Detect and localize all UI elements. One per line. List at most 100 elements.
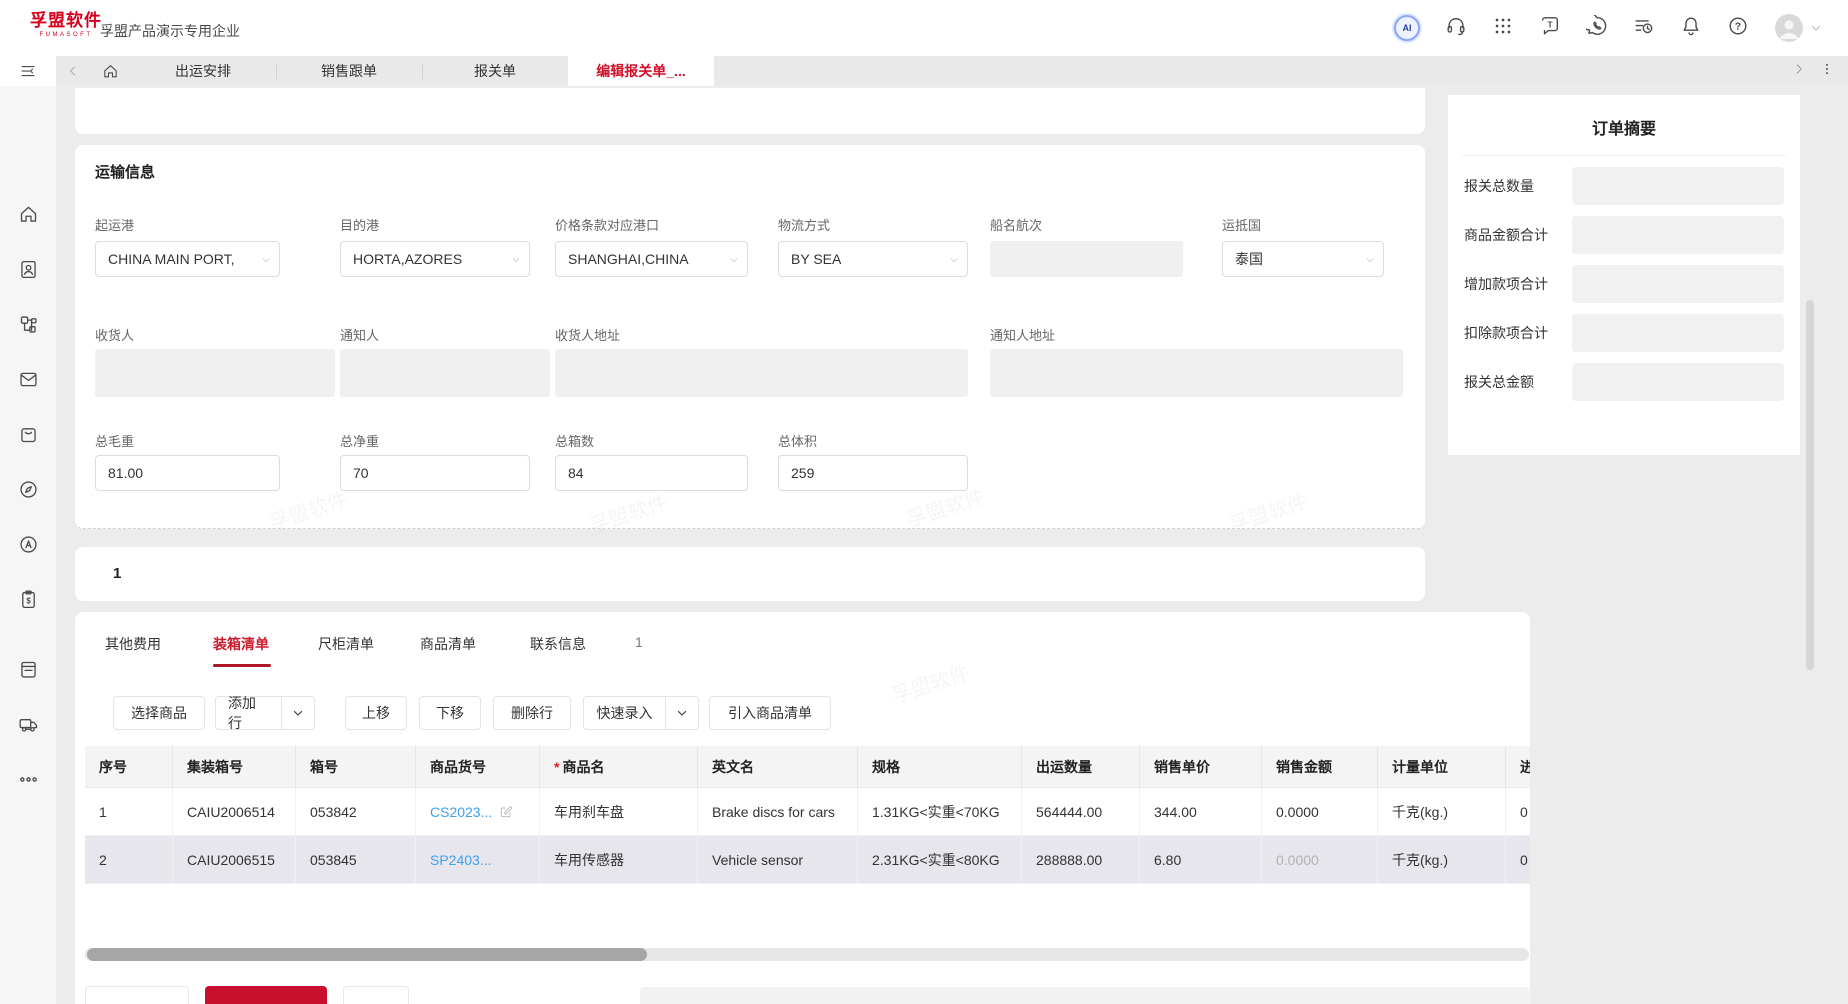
- col-header-english-name[interactable]: 英文名: [698, 746, 858, 788]
- tab-other-fees[interactable]: 其他费用: [105, 634, 161, 654]
- footer-save-button[interactable]: [205, 986, 327, 1004]
- history-list-button[interactable]: [1633, 15, 1655, 42]
- table-row-1[interactable]: 1 CAIU2006514 053842 CS2023... 车用刹车盘 Bra…: [85, 788, 1530, 836]
- sidebar-item-home[interactable]: [17, 203, 39, 225]
- tab-scroll-left-button[interactable]: [56, 64, 90, 78]
- vertical-scrollbar-thumb[interactable]: [1806, 300, 1814, 670]
- cell-ship-qty[interactable]: 288888.00: [1022, 836, 1140, 884]
- destination-port-select[interactable]: HORTA,AZORES: [340, 241, 530, 277]
- col-header-unit-price[interactable]: 销售单价: [1140, 746, 1262, 788]
- sidebar-item-orders[interactable]: [17, 423, 39, 445]
- sidebar-item-logistics[interactable]: [17, 713, 39, 735]
- move-up-button[interactable]: 上移: [345, 696, 407, 730]
- col-header-seq[interactable]: 序号: [85, 746, 173, 788]
- cell-box-no[interactable]: 053842: [296, 788, 416, 836]
- tab-contact-info[interactable]: 联系信息: [530, 634, 586, 654]
- sidebar-item-discover[interactable]: [17, 478, 39, 500]
- cell-english-name[interactable]: Vehicle sensor: [698, 836, 858, 884]
- footer-ghost-button-2[interactable]: [343, 986, 409, 1004]
- quick-entry-button[interactable]: 快速录入: [583, 696, 699, 730]
- tab-customs-declaration[interactable]: 报关单: [422, 56, 568, 86]
- tab-scroll-right-button[interactable]: [1792, 62, 1806, 81]
- total-packages-input[interactable]: 84: [555, 455, 748, 491]
- price-term-port-select[interactable]: SHANGHAI,CHINA: [555, 241, 748, 277]
- add-row-dropdown[interactable]: [282, 707, 314, 719]
- footer-ghost-button[interactable]: [85, 986, 189, 1004]
- cell-product-code[interactable]: SP2403...: [416, 836, 540, 884]
- col-header-product-code[interactable]: 商品货号: [416, 746, 540, 788]
- move-down-button[interactable]: 下移: [419, 696, 481, 730]
- sidebar-item-contacts[interactable]: [17, 258, 39, 280]
- horizontal-scrollbar-thumb[interactable]: [87, 948, 647, 961]
- summary-row: 增加款项合计: [1464, 265, 1784, 303]
- cell-product-name[interactable]: 车用传感器: [540, 836, 698, 884]
- arrival-country-select[interactable]: 泰国: [1222, 241, 1384, 277]
- tab-container-list[interactable]: 尺柜清单: [318, 634, 374, 654]
- cell-product-code[interactable]: CS2023...: [416, 788, 540, 836]
- notify-party-address-field[interactable]: [990, 349, 1403, 397]
- col-header-box-no[interactable]: 箱号: [296, 746, 416, 788]
- product-code-link[interactable]: SP2403...: [430, 852, 492, 868]
- home-tab-button[interactable]: [90, 63, 130, 80]
- cell-english-name[interactable]: Brake discs for cars: [698, 788, 858, 836]
- cell-unit-price[interactable]: 344.00: [1140, 788, 1262, 836]
- select-product-button[interactable]: 选择商品: [113, 696, 205, 730]
- sidebar-item-finance[interactable]: $: [17, 588, 39, 610]
- tab-product-list[interactable]: 商品清单: [420, 634, 476, 654]
- app-logo[interactable]: 孚盟软件 FUMASOFT: [30, 12, 102, 38]
- cell-box-no[interactable]: 053845: [296, 836, 416, 884]
- translate-button[interactable]: T: [1539, 15, 1561, 42]
- user-menu[interactable]: [1774, 13, 1822, 43]
- cell-sales-amount[interactable]: 0.0000: [1262, 836, 1378, 884]
- cell-spec[interactable]: 1.31KG<实重<70KG: [858, 788, 1022, 836]
- phone-contact-button[interactable]: [1586, 15, 1608, 42]
- notifications-button[interactable]: [1680, 15, 1702, 42]
- collapsed-section-card[interactable]: 1: [75, 547, 1425, 601]
- port-of-loading-select[interactable]: CHINA MAIN PORT,: [95, 241, 280, 277]
- col-header-clipped[interactable]: 进: [1506, 746, 1530, 788]
- sidebar-item-documents[interactable]: [17, 658, 39, 680]
- total-volume-input[interactable]: 259: [778, 455, 968, 491]
- delete-row-button[interactable]: 删除行: [493, 696, 571, 730]
- gross-weight-input[interactable]: 81.00: [95, 455, 280, 491]
- import-product-list-button[interactable]: 引入商品清单: [709, 696, 831, 730]
- edit-icon[interactable]: [499, 805, 513, 819]
- cell-unit[interactable]: 千克(kg.): [1378, 836, 1506, 884]
- table-row-2-selected[interactable]: 2 CAIU2006515 053845 SP2403... 车用传感器 Veh…: [85, 836, 1530, 884]
- sidebar-item-assistant[interactable]: [17, 533, 39, 555]
- quick-entry-dropdown[interactable]: [666, 707, 698, 719]
- col-header-ship-qty[interactable]: 出运数量: [1022, 746, 1140, 788]
- cell-unit[interactable]: 千克(kg.): [1378, 788, 1506, 836]
- cell-unit-price[interactable]: 6.80: [1140, 836, 1262, 884]
- tab-options-button[interactable]: [1820, 61, 1834, 82]
- col-header-product-name[interactable]: *商品名: [540, 746, 698, 788]
- cell-container-no[interactable]: CAIU2006515: [173, 836, 296, 884]
- summary-title: 订单摘要: [1448, 95, 1800, 139]
- collapse-menu-button[interactable]: [0, 56, 56, 86]
- col-header-spec[interactable]: 规格: [858, 746, 1022, 788]
- col-header-container-no[interactable]: 集装箱号: [173, 746, 296, 788]
- tab-edit-customs-declaration[interactable]: 编辑报关单_...: [568, 56, 714, 86]
- sidebar-more-button[interactable]: [17, 768, 39, 790]
- cell-spec[interactable]: 2.31KG<实重<80KG: [858, 836, 1022, 884]
- apps-menu-button[interactable]: [1492, 15, 1514, 42]
- ai-assistant-icon[interactable]: AI: [1394, 15, 1420, 41]
- net-weight-input[interactable]: 70: [340, 455, 530, 491]
- col-header-unit[interactable]: 计量单位: [1378, 746, 1506, 788]
- horizontal-scrollbar-track[interactable]: [85, 948, 1529, 961]
- sidebar-item-mail[interactable]: [17, 368, 39, 390]
- tab-sales-followup[interactable]: 销售跟单: [276, 56, 422, 86]
- help-button[interactable]: ?: [1727, 15, 1749, 42]
- logistics-mode-select[interactable]: BY SEA: [778, 241, 968, 277]
- tab-packing-list[interactable]: 装箱清单: [213, 634, 269, 654]
- cell-ship-qty[interactable]: 564444.00: [1022, 788, 1140, 836]
- cell-sales-amount[interactable]: 0.0000: [1262, 788, 1378, 836]
- sidebar-item-org-structure[interactable]: [17, 313, 39, 335]
- product-code-link[interactable]: CS2023...: [430, 804, 492, 820]
- cell-container-no[interactable]: CAIU2006514: [173, 788, 296, 836]
- add-row-button[interactable]: 添加行: [215, 696, 315, 730]
- customer-service-button[interactable]: [1445, 15, 1467, 42]
- cell-product-name[interactable]: 车用刹车盘: [540, 788, 698, 836]
- col-header-sales-amount[interactable]: 销售金额: [1262, 746, 1378, 788]
- tab-shipping-arrangement[interactable]: 出运安排: [130, 56, 276, 86]
